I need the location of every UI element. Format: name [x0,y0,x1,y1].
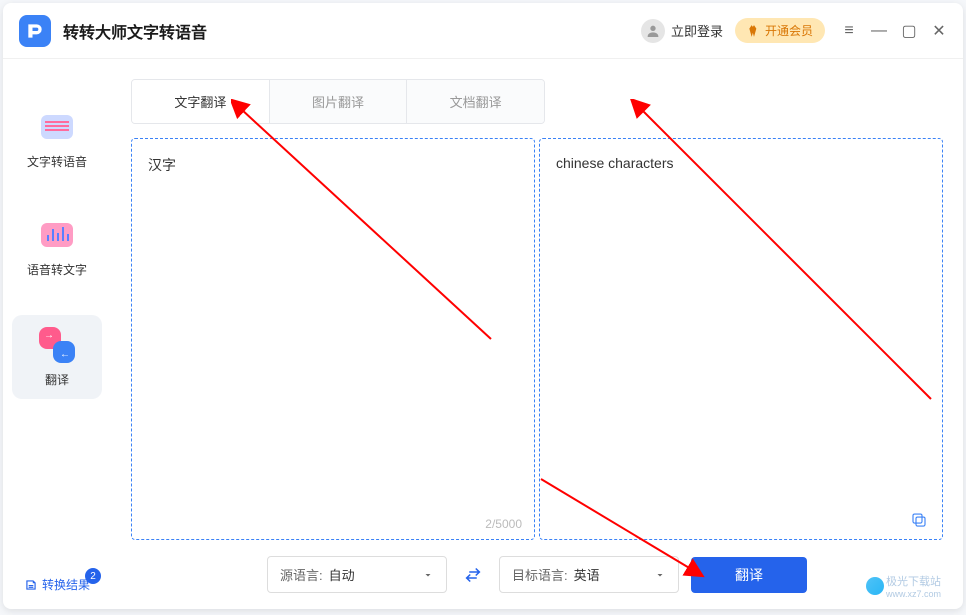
translate-button[interactable]: 翻译 [691,557,807,593]
target-language-select[interactable]: 目标语言: 英语 [499,556,679,593]
char-counter: 2/5000 [485,517,522,531]
swap-languages-button[interactable] [459,561,487,589]
stt-icon [37,221,77,253]
titlebar: 转转大师文字转语音 立即登录 开通会员 ≡ — ▢ ✕ [3,3,963,59]
app-logo-icon [19,15,51,47]
translate-icon: → ← [39,327,75,363]
tab-text-translate[interactable]: 文字翻译 [132,80,270,123]
target-text-panel: chinese characters [539,138,943,540]
sidebar-item-translate[interactable]: → ← 翻译 [12,315,102,399]
main-panel: 文字翻译 图片翻译 文档翻译 汉字 2/5000 chinese charact… [111,59,963,609]
close-icon[interactable]: ✕ [931,23,947,39]
tab-image-translate[interactable]: 图片翻译 [270,80,408,123]
results-badge: 2 [85,568,101,584]
diamond-icon [747,24,761,38]
source-text: 汉字 [148,157,176,173]
sidebar-item-tts[interactable]: 文字转语音 [12,99,102,183]
source-text-panel[interactable]: 汉字 2/5000 [131,138,535,540]
vip-button[interactable]: 开通会员 [735,18,825,43]
app-window: 转转大师文字转语音 立即登录 开通会员 ≡ — ▢ ✕ 文字转语音 [3,3,963,609]
tts-icon [37,113,77,145]
app-title: 转转大师文字转语音 [63,19,207,43]
sidebar-item-stt[interactable]: 语音转文字 [12,207,102,291]
target-text: chinese characters [556,155,674,171]
menu-icon[interactable]: ≡ [841,23,857,39]
login-link[interactable]: 立即登录 [671,21,723,40]
source-language-select[interactable]: 源语言: 自动 [267,556,447,593]
sidebar: 文字转语音 语音转文字 → ← 翻译 2 [3,59,111,609]
maximize-icon[interactable]: ▢ [901,23,917,39]
chevron-down-icon [422,569,434,581]
minimize-icon[interactable]: — [871,23,887,39]
tab-doc-translate[interactable]: 文档翻译 [407,80,544,123]
conversion-results-link[interactable]: 2 转换结果 [3,576,111,593]
chevron-down-icon [654,569,666,581]
copy-icon[interactable] [910,511,930,531]
avatar-icon[interactable] [641,19,665,43]
tab-bar: 文字翻译 图片翻译 文档翻译 [131,79,545,124]
